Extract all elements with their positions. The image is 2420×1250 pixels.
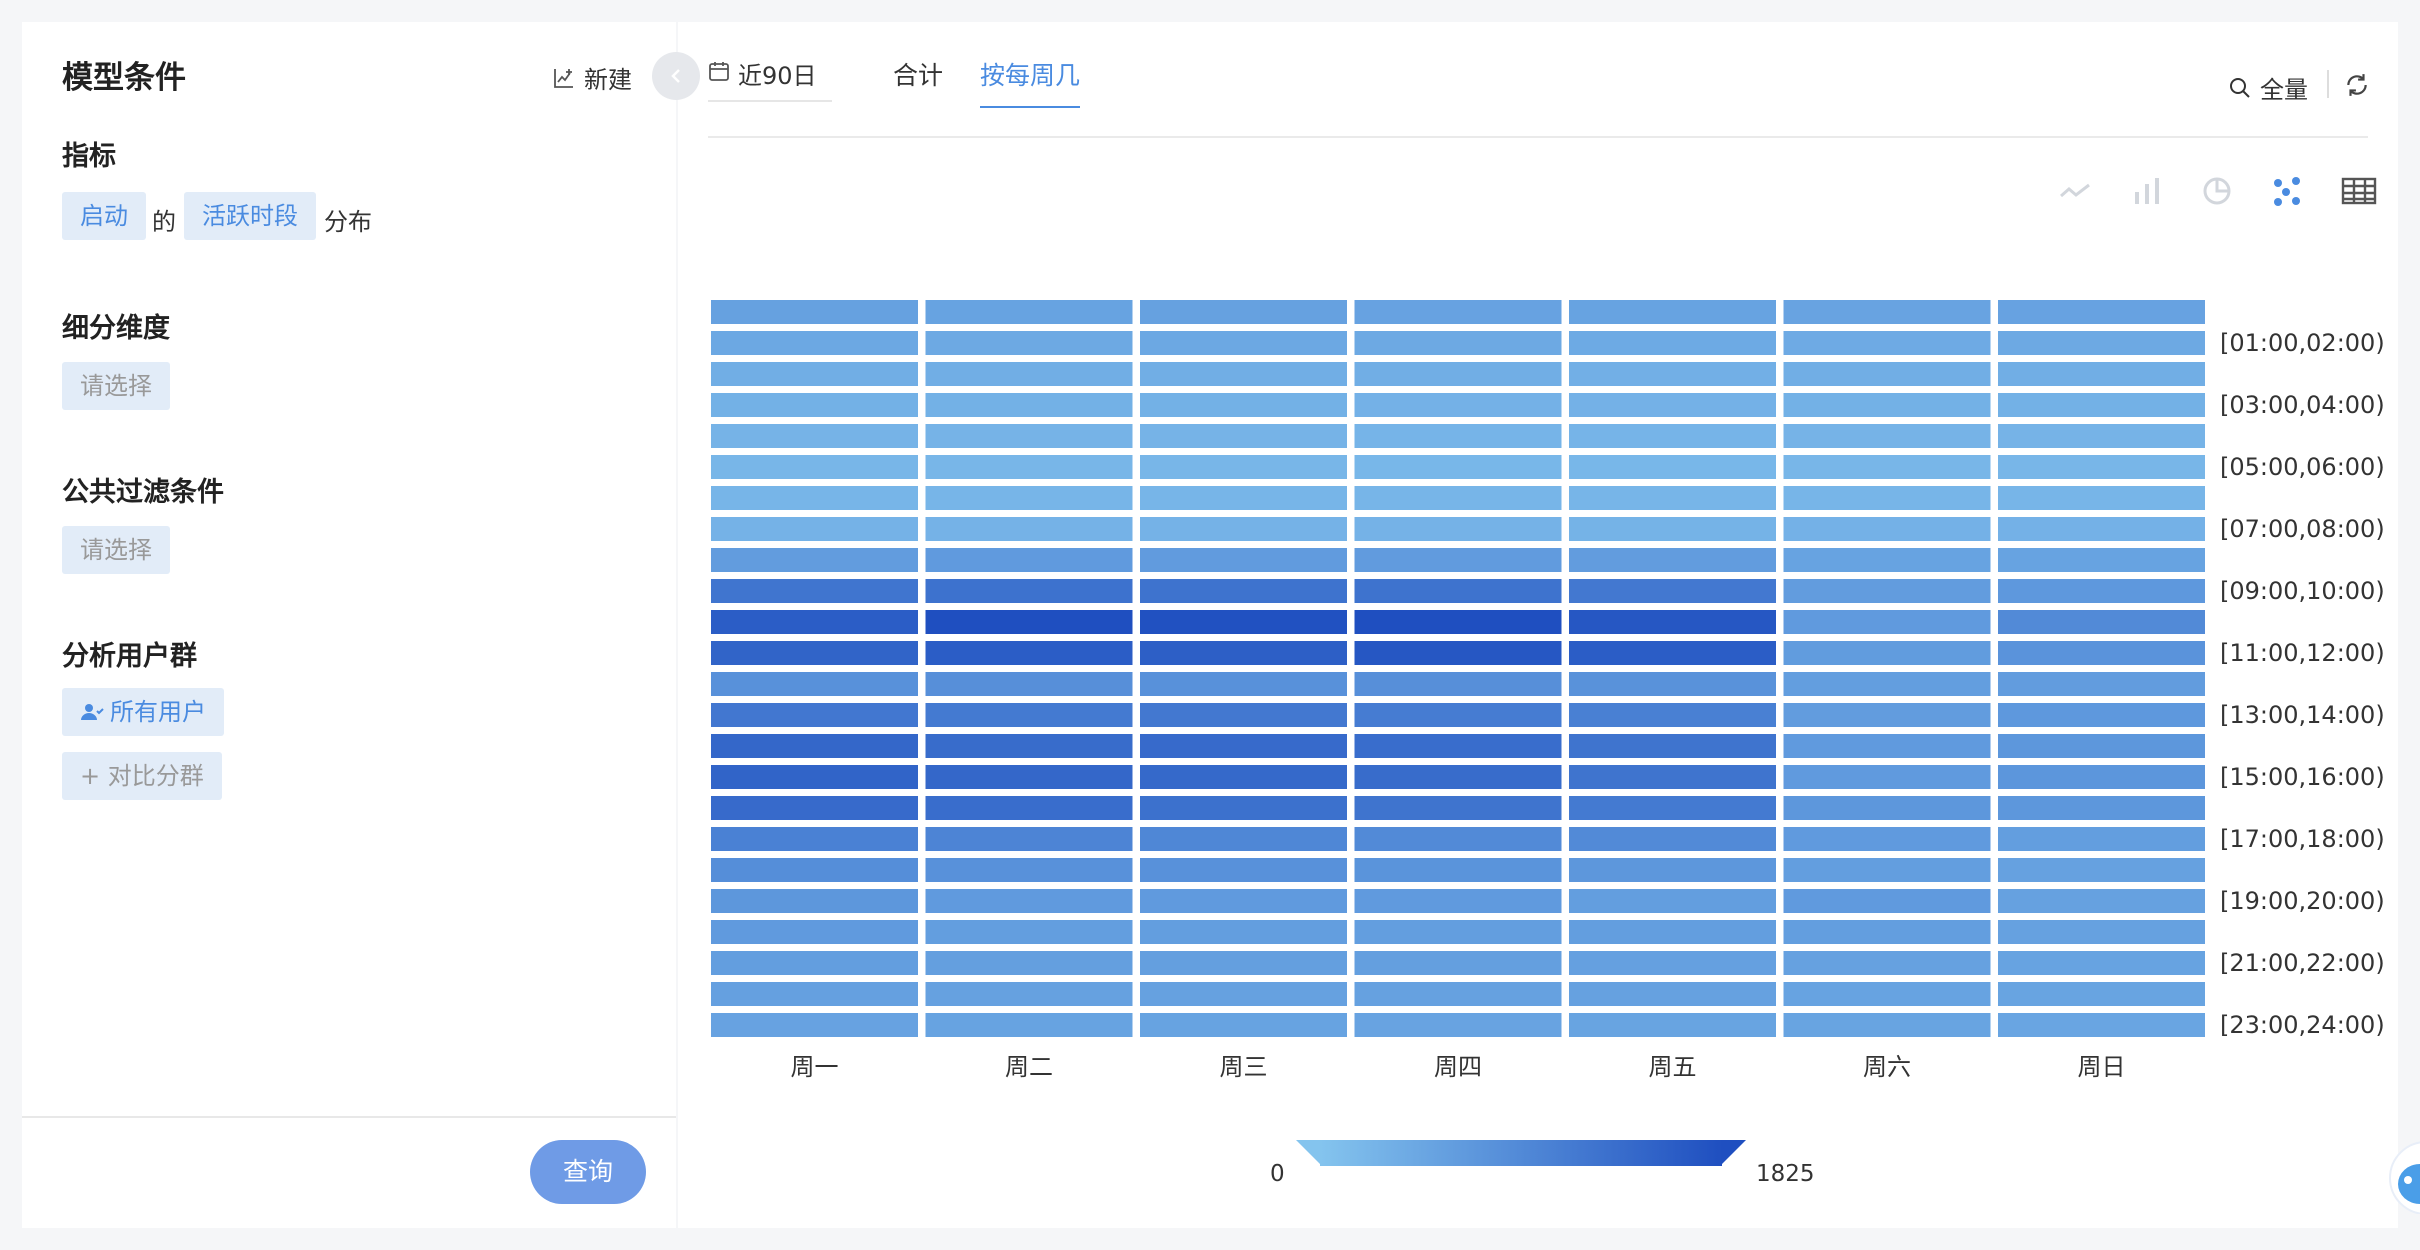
assistant-bot-icon[interactable] [2386,1124,2420,1214]
filter-section-title: 公共过滤条件 [62,477,224,508]
bar-chart-icon[interactable] [2130,174,2164,208]
compare-segment-button[interactable]: + 对比分群 [62,752,222,800]
breakdown-section-title: 细分维度 [62,313,170,344]
model-conditions-panel: 模型条件 新建 指标 启动 的 活跃时段 分布 细分维度 请选择 公共过滤条件 … [22,22,676,1228]
new-button[interactable]: 新建 [552,60,632,95]
table-icon[interactable] [2340,174,2378,208]
chevron-left-icon [671,69,680,83]
toolbar-separator [2327,70,2329,98]
tab-total[interactable]: 合计 [893,56,943,106]
metric-connector: 的 [152,208,176,236]
legend-gradient-bar [1320,1140,1722,1166]
all-users-chip[interactable]: 所有用户 [62,688,224,736]
collapse-panel-button[interactable] [652,52,700,100]
line-chart-icon[interactable] [2058,174,2092,208]
tab-by-weekday[interactable]: 按每周几 [980,56,1081,108]
scatter-chart-icon[interactable] [2270,174,2304,208]
scope-button[interactable]: 全量 [2228,70,2308,105]
left-footer-divider [22,1116,676,1118]
filter-select[interactable]: 请选择 [62,526,170,574]
all-users-label: 所有用户 [110,698,206,726]
date-range-picker[interactable]: 近90日 [708,56,832,102]
segment-section-title: 分析用户群 [62,641,197,672]
legend-max-label: 1825 [1756,1161,1815,1187]
date-range-label: 近90日 [738,62,817,90]
toolbar-divider [708,136,2368,138]
pie-chart-icon[interactable] [2200,174,2234,208]
legend-min-label: 0 [1270,1161,1285,1187]
event-chip[interactable]: 启动 [62,192,146,240]
breakdown-select[interactable]: 请选择 [62,362,170,410]
measure-chip[interactable]: 活跃时段 [184,192,316,240]
analysis-panel: 近90日 合计 按每周几 全量 0 1825 [678,22,2398,1228]
users-icon [81,704,104,720]
search-icon [2230,77,2250,98]
calendar-icon [709,62,729,81]
new-button-label: 新建 [584,66,632,94]
refresh-icon[interactable] [2344,72,2370,98]
scope-label: 全量 [2260,76,2308,104]
metric-suffix: 分布 [324,208,372,236]
query-button[interactable]: 查询 [530,1140,646,1204]
metric-section-title: 指标 [62,141,116,172]
new-chart-icon [554,68,573,88]
panel-title: 模型条件 [62,60,186,96]
